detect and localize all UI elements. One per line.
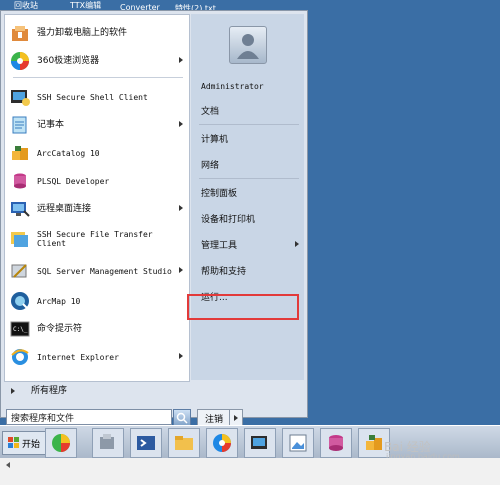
search-icon	[176, 412, 188, 424]
menu-item-arcmap[interactable]: ArcMap 10	[9, 289, 187, 313]
menu-item-ssh-transfer[interactable]: SSH Secure File Transfer Client	[9, 227, 187, 251]
submenu-arrow-icon	[179, 267, 183, 273]
all-programs-button[interactable]: 所有程序	[5, 381, 187, 401]
places-item-label: 控制面板	[201, 188, 238, 199]
ie-icon	[9, 346, 31, 368]
start-menu: 强力卸载电脑上的软件 360极速浏览器 SSH Secure Shell Cli…	[0, 10, 308, 427]
remote-desktop-icon	[9, 198, 31, 220]
sql-server-icon	[9, 260, 31, 282]
page-scroll-strip	[0, 458, 500, 485]
svg-text:C:\_: C:\_	[13, 326, 28, 333]
start-menu-places-pane: Administrator 文档 计算机 网络 控制面板 设备和打印机 管理工具…	[191, 14, 304, 380]
places-item-computer[interactable]: 计算机	[201, 128, 301, 148]
submenu-arrow-icon	[179, 57, 183, 63]
places-item-label: 网络	[201, 160, 220, 171]
all-programs-label: 所有程序	[31, 385, 68, 396]
places-item-administrator[interactable]: Administrator	[201, 76, 301, 96]
places-item-help[interactable]: 帮助和支持	[201, 260, 301, 280]
menu-item-label: 命令提示符	[37, 323, 83, 334]
taskbar-server-manager-icon[interactable]	[92, 428, 124, 458]
taskbar-plsql-icon[interactable]	[320, 428, 352, 458]
expand-arrow-icon	[11, 388, 15, 394]
places-item-documents[interactable]: 文档	[201, 100, 301, 120]
submenu-arrow-icon	[179, 121, 183, 127]
menu-item-label: SSH Secure File Transfer Client	[37, 230, 153, 248]
places-item-label: 计算机	[201, 134, 229, 145]
user-avatar[interactable]	[229, 26, 267, 64]
cmd-icon: C:\_	[9, 318, 31, 340]
ssh-client-icon	[9, 86, 31, 108]
arccatalog-icon	[9, 142, 31, 164]
menu-item-arccatalog[interactable]: ArcCatalog 10	[9, 141, 187, 165]
ssh-transfer-icon	[9, 228, 31, 250]
chevron-right-icon	[234, 415, 238, 421]
places-item-admin-tools[interactable]: 管理工具	[201, 234, 301, 254]
places-item-control-panel[interactable]: 控制面板	[201, 182, 301, 202]
menu-item-label: Internet Explorer	[37, 352, 119, 362]
menu-item-label: ArcCatalog 10	[37, 148, 100, 158]
taskbar-ssh-icon[interactable]	[244, 428, 276, 458]
menu-item-label: PLSQL Developer	[37, 176, 110, 186]
plsql-icon	[9, 170, 31, 192]
menu-item-360-browser[interactable]: 360极速浏览器	[9, 49, 187, 73]
menu-item-ssh-client[interactable]: SSH Secure Shell Client	[9, 85, 187, 109]
menu-separator	[199, 178, 299, 179]
menu-item-label: SSH Secure Shell Client	[37, 92, 148, 102]
search-input[interactable]: 搜索程序和文件	[6, 409, 172, 425]
places-item-label: Administrator	[201, 81, 264, 91]
arcmap-icon	[9, 290, 31, 312]
places-item-label: 帮助和支持	[201, 266, 247, 277]
menu-item-label: ArcMap 10	[37, 296, 81, 306]
places-item-label: 文档	[201, 106, 220, 117]
start-label: 开始	[21, 439, 40, 450]
menu-item-uninstall[interactable]: 强力卸载电脑上的软件	[9, 21, 187, 45]
notepad-icon	[9, 114, 31, 136]
menu-item-sql-server[interactable]: SQL Server Management Studio	[9, 259, 187, 283]
places-item-devices-printers[interactable]: 设备和打印机	[201, 208, 301, 228]
menu-item-label: 强力卸载电脑上的软件	[37, 27, 128, 38]
start-menu-programs-pane: 强力卸载电脑上的软件 360极速浏览器 SSH Secure Shell Cli…	[4, 14, 190, 382]
menu-item-plsql[interactable]: PLSQL Developer	[9, 169, 187, 193]
windows-logo-icon	[7, 437, 19, 448]
start-button[interactable]: 开始	[2, 431, 46, 455]
360-browser-icon	[9, 50, 31, 72]
menu-item-label: 360极速浏览器	[37, 55, 100, 66]
menu-separator	[199, 124, 299, 125]
taskbar-360-browser-icon[interactable]	[206, 428, 238, 458]
taskbar-powershell-icon[interactable]	[130, 428, 162, 458]
places-item-label: 设备和打印机	[201, 214, 256, 225]
search-placeholder: 搜索程序和文件	[11, 413, 75, 424]
menu-item-ie[interactable]: Internet Explorer	[9, 345, 187, 369]
menu-item-label: SQL Server Management Studio	[37, 266, 172, 276]
submenu-arrow-icon	[295, 241, 299, 247]
menu-item-notepad[interactable]: 记事本	[9, 113, 187, 137]
taskbar-explorer-icon[interactable]	[168, 428, 200, 458]
places-item-network[interactable]: 网络	[201, 154, 301, 174]
uninstall-icon	[9, 22, 31, 44]
menu-item-remote-desktop[interactable]: 远程桌面连接	[9, 197, 187, 221]
menu-item-label: 远程桌面连接	[37, 203, 92, 214]
taskbar-360-icon[interactable]	[45, 428, 77, 458]
menu-item-label: 记事本	[37, 119, 65, 130]
submenu-arrow-icon	[179, 353, 183, 359]
logout-label: 注销	[204, 414, 223, 425]
scroll-left-icon[interactable]	[6, 462, 10, 468]
taskbar-image-viewer-icon[interactable]	[282, 428, 314, 458]
run-highlight-box	[187, 294, 299, 320]
menu-item-cmd[interactable]: C:\_ 命令提示符	[9, 317, 187, 341]
places-item-label: 管理工具	[201, 240, 238, 251]
submenu-arrow-icon	[179, 205, 183, 211]
menu-separator	[13, 77, 183, 78]
